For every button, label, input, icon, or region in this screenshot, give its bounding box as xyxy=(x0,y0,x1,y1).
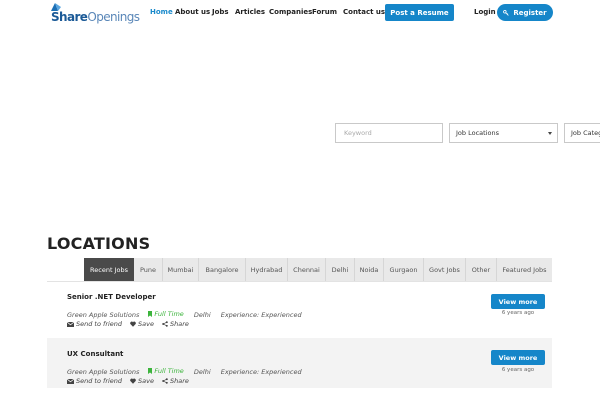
job-category-value: Job Category xyxy=(571,129,600,137)
heart-icon xyxy=(130,378,136,384)
tab-delhi[interactable]: Delhi xyxy=(326,258,354,281)
job-locations-value: Job Locations xyxy=(456,129,499,137)
job-company: Green Apple Solutions xyxy=(67,368,140,376)
job-type-label: Full Time xyxy=(154,310,184,318)
job-title[interactable]: UX Consultant xyxy=(67,350,123,358)
job-actions: Send to friend Save Share xyxy=(67,377,189,385)
save-link[interactable]: Save xyxy=(130,320,154,328)
job-meta: Green Apple Solutions Full Time Delhi Ex… xyxy=(67,310,302,319)
envelope-icon xyxy=(67,378,74,384)
posted-time: 6 years ago xyxy=(501,310,535,316)
chevron-down-icon xyxy=(548,132,552,135)
tab-pune[interactable]: Pune xyxy=(134,258,162,281)
envelope-icon xyxy=(67,321,74,327)
nav-contact-us[interactable]: Contact us xyxy=(343,8,385,16)
job-locations-select[interactable]: Job Locations xyxy=(449,123,558,143)
bookmark-icon xyxy=(148,311,153,317)
job-title[interactable]: Senior .NET Developer xyxy=(67,293,156,301)
save-label: Save xyxy=(138,377,155,385)
share-label: Share xyxy=(170,320,189,328)
send-to-friend-link[interactable]: Send to friend xyxy=(67,377,122,385)
share-link[interactable]: Share xyxy=(162,320,189,328)
send-to-friend-label: Send to friend xyxy=(76,377,123,385)
share-label: Share xyxy=(170,377,189,385)
share-icon xyxy=(162,378,168,384)
tab-govt-jobs[interactable]: Govt Jobs xyxy=(424,258,465,281)
tab-chennai[interactable]: Chennai xyxy=(288,258,325,281)
keyword-input[interactable] xyxy=(335,123,443,143)
post-resume-button[interactable]: Post a Resume xyxy=(385,4,454,21)
job-experience: Experience: Experienced xyxy=(220,311,302,319)
tabs-divider xyxy=(47,281,552,282)
job-meta: Green Apple Solutions Full Time Delhi Ex… xyxy=(67,367,302,376)
tab-gurgaon[interactable]: Gurgaon xyxy=(384,258,423,281)
save-link[interactable]: Save xyxy=(130,377,154,385)
site-logo[interactable]: ShareOpenings xyxy=(48,2,140,24)
tab-bangalore[interactable]: Bangalore xyxy=(199,258,245,281)
share-link[interactable]: Share xyxy=(162,377,189,385)
job-company: Green Apple Solutions xyxy=(67,311,140,319)
job-type-label: Full Time xyxy=(154,367,184,375)
nav-forum[interactable]: Forum xyxy=(312,8,337,16)
tab-noida[interactable]: Noida xyxy=(355,258,383,281)
job-listing: Senior .NET Developer Green Apple Soluti… xyxy=(47,285,552,335)
nav-home[interactable]: Home xyxy=(150,8,173,16)
locations-heading: LOCATIONS xyxy=(47,234,151,253)
view-more-button[interactable]: View more xyxy=(491,350,545,365)
tab-mumbai[interactable]: Mumbai xyxy=(163,258,198,281)
view-more-button[interactable]: View more xyxy=(491,294,545,309)
register-button[interactable]: Register xyxy=(497,4,553,21)
job-location: Delhi xyxy=(193,368,211,376)
logo-text-share: Share xyxy=(51,10,88,24)
bookmark-icon xyxy=(148,368,153,374)
location-tabs: Recent Jobs Pune Mumbai Bangalore Hydrab… xyxy=(84,258,552,281)
job-listing: UX Consultant Green Apple Solutions Full… xyxy=(47,338,552,388)
tab-featured-jobs[interactable]: Featured Jobs xyxy=(497,258,552,281)
job-actions: Send to friend Save Share xyxy=(67,320,189,328)
tab-recent-jobs[interactable]: Recent Jobs xyxy=(84,258,134,281)
login-link[interactable]: Login xyxy=(474,8,496,16)
tab-other[interactable]: Other xyxy=(466,258,496,281)
job-location: Delhi xyxy=(193,311,211,319)
nav-jobs[interactable]: Jobs xyxy=(212,8,229,16)
register-label: Register xyxy=(513,8,547,17)
share-icon xyxy=(162,321,168,327)
posted-time: 6 years ago xyxy=(501,367,535,373)
tab-hydrabad[interactable]: Hydrabad xyxy=(246,258,287,281)
send-to-friend-link[interactable]: Send to friend xyxy=(67,320,122,328)
job-category-select[interactable]: Job Category xyxy=(564,123,600,143)
send-to-friend-label: Send to friend xyxy=(76,320,123,328)
heart-icon xyxy=(130,321,136,327)
save-label: Save xyxy=(138,320,155,328)
job-type: Full Time xyxy=(148,310,184,318)
key-icon xyxy=(503,9,510,16)
nav-companies[interactable]: Companies xyxy=(269,8,312,16)
site-header: ShareOpenings Home About us Jobs Article… xyxy=(0,0,600,27)
nav-about-us[interactable]: About us xyxy=(175,8,210,16)
job-type: Full Time xyxy=(148,367,184,375)
nav-articles[interactable]: Articles xyxy=(235,8,265,16)
job-experience: Experience: Experienced xyxy=(220,368,302,376)
logo-text-openings: Openings xyxy=(87,10,140,24)
